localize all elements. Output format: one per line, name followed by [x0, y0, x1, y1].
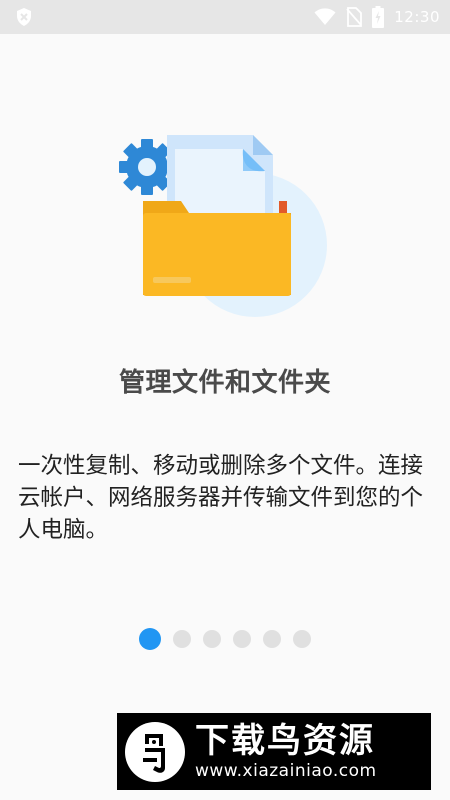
watermark-title: 下载鸟资源 — [195, 720, 375, 761]
watermark-url: www.xiazainiao.com — [195, 760, 377, 781]
folder-icon — [143, 201, 291, 296]
page-description: 一次性复制、移动或删除多个文件。连接云帐户、网络服务器并传输文件到您的个人电脑。 — [18, 453, 424, 543]
wifi-icon — [314, 8, 336, 26]
shield-alert-icon — [14, 7, 34, 27]
bird-logo-icon — [123, 720, 187, 784]
page-dot-1[interactable] — [139, 628, 161, 650]
page-indicator — [0, 628, 450, 650]
gear-icon — [119, 139, 175, 195]
battery-charging-icon — [372, 6, 385, 28]
page-dot-4[interactable] — [233, 630, 251, 648]
page-dot-2[interactable] — [173, 630, 191, 648]
page-dot-6[interactable] — [293, 630, 311, 648]
onboarding-illustration — [115, 125, 335, 330]
page-title: 管理文件和文件夹 — [118, 368, 331, 398]
no-sim-icon — [346, 7, 363, 27]
status-time: 12:30 — [394, 8, 440, 26]
watermark-banner: 下载鸟资源 www.xiazainiao.com — [117, 713, 431, 790]
page-dot-5[interactable] — [263, 630, 281, 648]
status-bar: 12:30 — [0, 0, 450, 34]
page-dot-3[interactable] — [203, 630, 221, 648]
